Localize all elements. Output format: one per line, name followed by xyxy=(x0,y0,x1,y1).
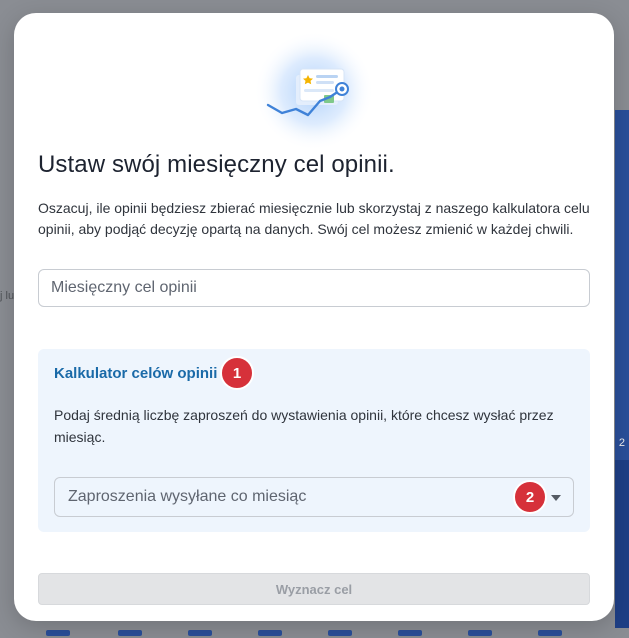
monthly-goal-input[interactable] xyxy=(38,269,590,307)
background-panel xyxy=(615,460,629,638)
set-goal-button[interactable]: Wyznacz cel xyxy=(38,573,590,605)
background-number-fragment: 2 xyxy=(618,437,625,449)
monthly-invitations-select[interactable]: Zaproszenia wysyłane co miesiąc 2 xyxy=(54,477,574,517)
goal-calculator-panel: Kalkulator celów opinii 1 Podaj średnią … xyxy=(38,349,590,532)
select-placeholder: Zaproszenia wysyłane co miesiąc xyxy=(68,488,307,505)
modal-title: Ustaw swój miesięczny cel opinii. xyxy=(38,151,395,178)
step-badge-1: 1 xyxy=(220,356,254,390)
chevron-down-icon[interactable] xyxy=(551,495,561,501)
review-chart-illustration-icon xyxy=(254,31,374,151)
step-badge-2: 2 xyxy=(513,480,547,514)
background-bottom-bar xyxy=(0,628,629,638)
goal-modal: Ustaw swój miesięczny cel opinii. Oszacu… xyxy=(14,13,614,621)
calculator-heading-link[interactable]: Kalkulator celów opinii xyxy=(54,365,217,382)
calculator-description: Podaj średnią liczbę zaproszeń do wystaw… xyxy=(54,407,554,445)
modal-description: Oszacuj, ile opinii będziesz zbierać mie… xyxy=(38,200,590,237)
background-text-fragment: j lu xyxy=(0,290,15,302)
